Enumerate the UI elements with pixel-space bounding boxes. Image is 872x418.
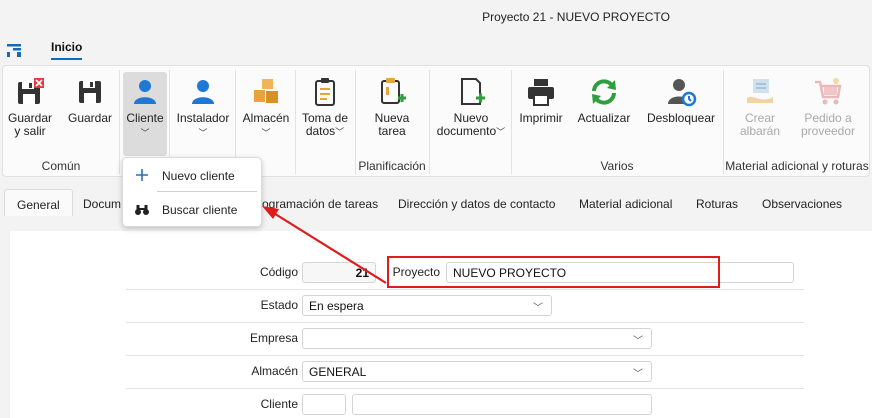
ribbon-tab-strip: Inicio — [0, 34, 872, 64]
almacen-label: Almacén — [251, 364, 298, 378]
plus-icon — [136, 169, 148, 181]
estado-select[interactable]: En espera ﹀ — [302, 295, 552, 316]
estado-label: Estado — [260, 298, 298, 312]
tab-direccion-contacto[interactable]: Dirección y datos de contacto — [398, 189, 555, 216]
app-logo-icon[interactable] — [6, 42, 22, 58]
printer-icon — [528, 79, 554, 106]
tab-documentos[interactable]: Docum — [83, 189, 121, 216]
cliente-dropdown-menu: Nuevo cliente Buscar cliente — [122, 157, 262, 227]
almacen-button[interactable]: Almacén ﹀ — [239, 72, 293, 152]
unlock-user-icon — [668, 79, 697, 107]
almacen-select[interactable]: GENERAL ﹀ — [302, 361, 652, 382]
crear-albaran-button[interactable]: Crear albarán — [727, 72, 793, 152]
desbloquear-button[interactable]: Desbloquear — [643, 72, 719, 152]
chevron-down-icon: ﹀ — [261, 128, 271, 138]
toma-de-datos-label: Toma de datos﹀ — [301, 111, 349, 138]
nuevo-documento-label: Nuevo documento﹀ — [436, 111, 506, 138]
nueva-tarea-label: Nueva tarea — [374, 111, 410, 138]
pedido-a-proveedor-button[interactable]: Pedido a proveedor — [795, 72, 861, 152]
cliente-name-input[interactable] — [352, 394, 652, 415]
ribbon-tab-inicio[interactable]: Inicio — [51, 40, 83, 60]
guardar-y-salir-button[interactable]: Guardar y salir — [5, 72, 55, 152]
menu-item-buscar-cliente[interactable]: Buscar cliente — [123, 194, 263, 224]
new-document-icon — [461, 78, 485, 105]
clipboard-form-icon — [315, 78, 335, 106]
estado-value: En espera — [309, 299, 364, 313]
instalador-label: Instalador — [176, 111, 230, 125]
ribbon-separator — [119, 70, 120, 174]
cliente-label: Cliente — [126, 111, 164, 125]
chevron-down-icon: ﹀ — [633, 369, 643, 380]
cliente-button[interactable]: Cliente ﹀ — [123, 72, 167, 156]
menu-item-nuevo-cliente[interactable]: Nuevo cliente — [123, 160, 263, 190]
refresh-icon — [592, 79, 616, 105]
imprimir-label: Imprimir — [519, 111, 563, 125]
group-label-varios: Varios — [600, 159, 634, 173]
group-label-planificacion: Planificación — [358, 159, 426, 173]
tab-material-adicional[interactable]: Material adicional — [579, 189, 672, 216]
chevron-down-icon: ﹀ — [140, 128, 150, 138]
title-bar: Proyecto 21 - NUEVO PROYECTO — [0, 0, 872, 34]
chevron-down-icon: ﹀ — [533, 303, 543, 314]
imprimir-button[interactable]: Imprimir — [513, 72, 569, 152]
tab-observaciones[interactable]: Observaciones — [762, 189, 842, 216]
new-task-icon — [381, 78, 406, 104]
chevron-down-icon: ﹀ — [633, 336, 643, 347]
buscar-cliente-label: Buscar cliente — [162, 203, 238, 217]
almacen-value: GENERAL — [309, 365, 367, 379]
chevron-down-icon: ﹀ — [198, 128, 208, 138]
menu-separator — [157, 191, 257, 192]
codigo-label: Código — [259, 265, 298, 279]
group-label-material-adicional: Material adicional y roturas — [725, 159, 869, 173]
tab-programacion-de-tareas[interactable]: ogramación de tareas — [262, 189, 378, 216]
ribbon-separator — [429, 70, 430, 174]
nuevo-documento-button[interactable]: Nuevo documento﹀ — [433, 72, 509, 152]
empresa-label: Empresa — [249, 331, 298, 345]
toma-de-datos-button[interactable]: Toma de datos﹀ — [299, 72, 351, 152]
save-and-close-icon — [18, 78, 44, 104]
annotation-highlight-box — [387, 256, 720, 288]
user-icon — [192, 80, 214, 104]
guardar-label: Guardar — [67, 111, 113, 125]
codigo-field: 21 — [302, 262, 376, 283]
window-title: Proyecto 21 - NUEVO PROYECTO — [482, 10, 670, 24]
desbloquear-label: Desbloquear — [646, 111, 716, 125]
ribbon-separator — [295, 70, 296, 174]
guardar-y-salir-label: Guardar y salir — [7, 111, 53, 138]
row-divider — [126, 355, 804, 356]
boxes-icon — [254, 79, 278, 103]
actualizar-button[interactable]: Actualizar — [573, 72, 635, 152]
guardar-button[interactable]: Guardar — [65, 72, 115, 152]
crear-albaran-label: Crear albarán — [739, 111, 781, 138]
empresa-select[interactable]: ﹀ — [302, 328, 652, 349]
instalador-button[interactable]: Instalador ﹀ — [173, 72, 233, 152]
nueva-tarea-button[interactable]: Nueva tarea — [359, 72, 425, 152]
row-divider — [126, 388, 804, 389]
delivery-note-icon — [747, 79, 773, 103]
binoculars-icon — [135, 205, 149, 215]
user-icon — [134, 80, 156, 104]
pedido-a-proveedor-label: Pedido a proveedor — [800, 111, 856, 138]
save-icon — [79, 81, 101, 103]
tab-roturas[interactable]: Roturas — [696, 189, 738, 216]
row-divider — [126, 289, 804, 290]
cliente-label: Cliente — [260, 397, 298, 411]
shopping-cart-icon — [815, 78, 842, 105]
group-label-comun: Común — [41, 159, 81, 173]
almacen-label: Almacén — [242, 111, 290, 125]
row-divider — [126, 322, 804, 323]
actualizar-label: Actualizar — [577, 111, 631, 125]
tab-general[interactable]: General — [4, 189, 73, 216]
nuevo-cliente-label: Nuevo cliente — [162, 169, 235, 183]
cliente-code-input[interactable] — [302, 394, 346, 415]
